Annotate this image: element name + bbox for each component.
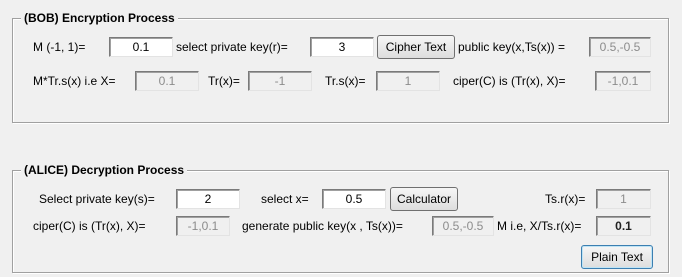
app-window: { "bob": { "title": "(BOB) Encryption Pr… [0, 0, 682, 277]
m-input[interactable]: 0.1 [109, 37, 173, 57]
bob-cipher-label: ciper(C) is (Tr(x), X)= [453, 74, 566, 88]
bob-public-key-label: public key(x,Ts(x)) = [458, 40, 566, 54]
select-x-label: select x= [261, 192, 309, 206]
alice-cipher-label: ciper(C) is (Tr(x), X)= [33, 219, 146, 233]
bob-encryption-group: (BOB) Encryption Process M (-1, 1)= 0.1 … [12, 11, 669, 123]
bob-group-title: (BOB) Encryption Process [21, 11, 178, 25]
plain-text-button[interactable]: Plain Text [581, 245, 653, 269]
cipher-text-button[interactable]: Cipher Text [377, 35, 455, 59]
alice-group-title: (ALICE) Decryption Process [21, 163, 188, 177]
alice-decryption-group: (ALICE) Decryption Process Select privat… [12, 163, 669, 273]
trs-field: 1 [376, 71, 440, 91]
bob-public-key-field: 0.5,-0.5 [589, 37, 651, 57]
bob-row-2: M*Tr.s(x) i.e X= 0.1 Tr(x)= -1 Tr.s(x)= … [13, 70, 668, 94]
mie-label: M i.e, X/Ts.r(x)= [497, 219, 582, 233]
mtrs-label: M*Tr.s(x) i.e X= [33, 74, 116, 88]
bob-cipher-field: -1,0.1 [595, 71, 651, 91]
tsr-label: Ts.r(x)= [545, 192, 586, 206]
m-label: M (-1, 1)= [33, 40, 86, 54]
gen-public-key-field: 0.5,-0.5 [432, 216, 494, 236]
bob-private-key-input[interactable]: 3 [310, 37, 374, 57]
trs-label: Tr.s(x)= [325, 74, 366, 88]
select-x-input[interactable]: 0.5 [322, 189, 386, 209]
bob-private-key-label: select private key(r)= [176, 40, 288, 54]
alice-private-key-input[interactable]: 2 [176, 189, 240, 209]
tsr-field: 1 [596, 189, 651, 209]
mie-field: 0.1 [596, 216, 651, 236]
alice-row-2: ciper(C) is (Tr(x), X)= -1,0.1 generate … [13, 215, 668, 239]
tr-label: Tr(x)= [208, 74, 240, 88]
tr-field: -1 [248, 71, 312, 91]
alice-cipher-field: -1,0.1 [176, 216, 230, 236]
mtrs-field: 0.1 [135, 71, 199, 91]
alice-row-1: Select private key(s)= 2 select x= 0.5 C… [13, 187, 668, 212]
calculator-button[interactable]: Calculator [390, 187, 458, 211]
gen-public-key-label: generate public key(x , Ts(x))= [242, 219, 403, 233]
alice-private-key-label: Select private key(s)= [39, 192, 155, 206]
bob-row-1: M (-1, 1)= 0.1 select private key(r)= 3 … [13, 35, 668, 60]
